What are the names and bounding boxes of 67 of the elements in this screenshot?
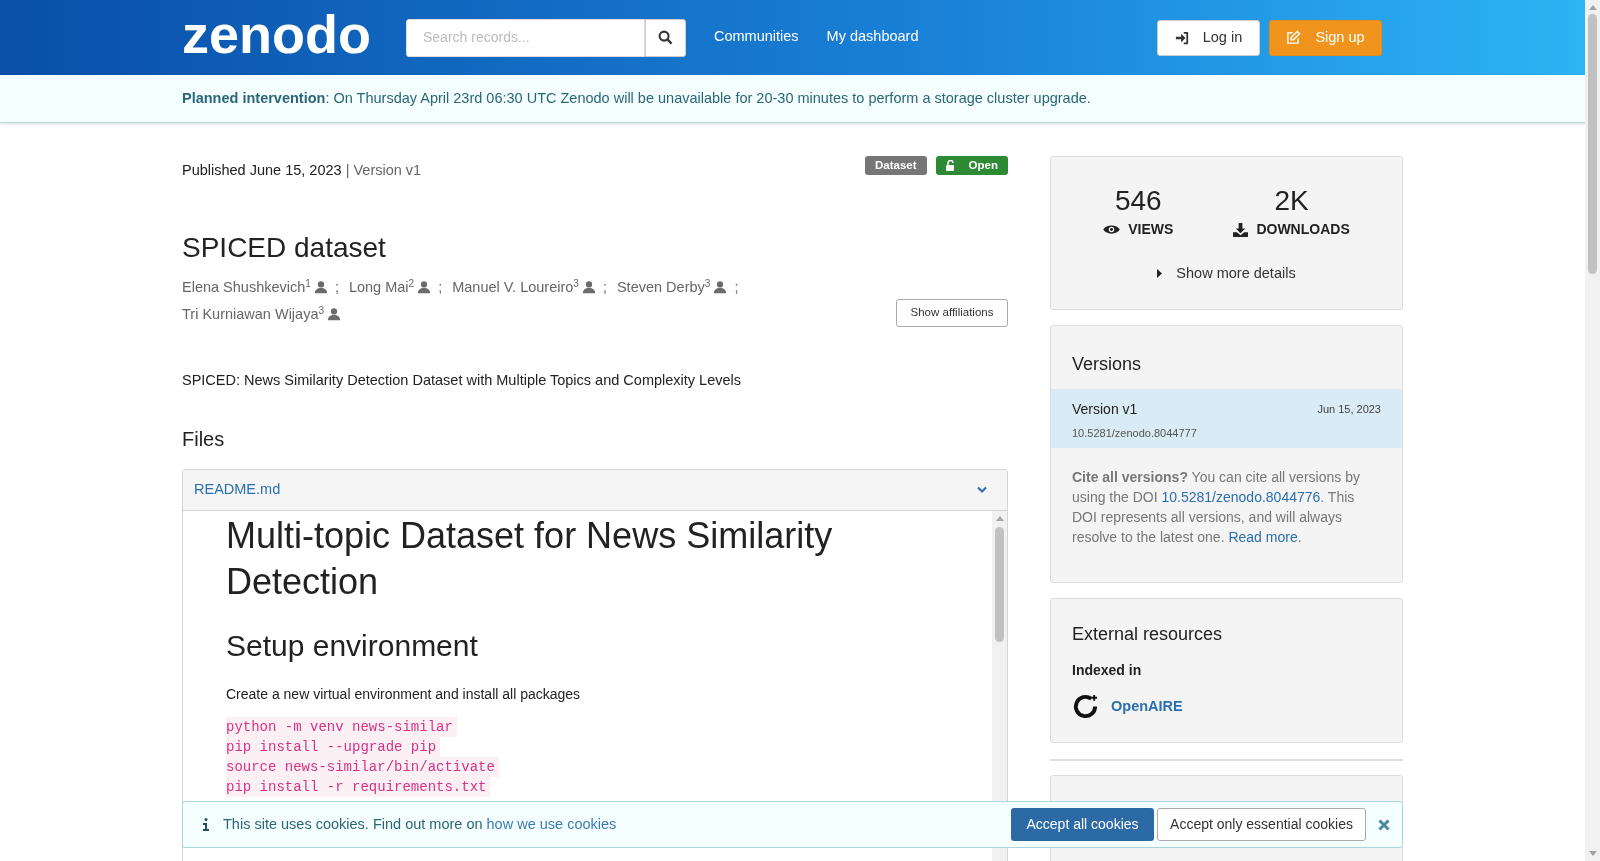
author-link[interactable]: Elena Shushkevich$^{1}$ — [182, 279, 311, 295]
version-name: Version v1 — [1072, 400, 1138, 419]
accept-all-button[interactable]: Accept all cookies — [1011, 808, 1154, 841]
cookie-policy-link[interactable]: how we use cookies — [486, 815, 617, 832]
notice-text: Planned intervention: On Thursday April 23rd 06:30 UTC Zenodo will be unavailable for 20-30 minutes to perform a storage cluster upgrade. — [182, 88, 1091, 108]
person-icon — [581, 280, 596, 294]
files-heading: Files — [182, 426, 226, 452]
read-more-link[interactable]: Read more — [1228, 529, 1298, 545]
search-icon — [658, 30, 673, 45]
caret-icon — [1157, 269, 1163, 279]
indexed-label: Indexed in — [1072, 661, 1143, 680]
person-icon — [327, 307, 341, 321]
file-link[interactable]: README.md — [194, 478, 281, 501]
author-link[interactable]: Steven Derby$^{3}$ — [616, 279, 711, 295]
publication-date: Published June 15, 2023 | Version v1 — [182, 161, 422, 180]
stat-label: VIEWS — [1128, 220, 1174, 239]
accept-essential-button[interactable]: Accept only essential cookies — [1157, 808, 1366, 841]
show-details-button[interactable]: Show more details — [1157, 263, 1296, 285]
cookie-text: This site uses cookies. Find out more on how we use cookies — [223, 814, 617, 834]
person-icon — [713, 280, 728, 294]
stat-value: 546 — [1114, 185, 1162, 217]
eye-icon — [1103, 224, 1121, 235]
openaire-logo-icon — [1072, 693, 1099, 720]
author-link[interactable]: Tri Kurniawan Wijaya$^{3}$ — [182, 306, 324, 322]
record-description: SPICED: News Similarity Detection Dataset with Multiple Topics and Complexity Levels — [182, 371, 742, 390]
type-badge: Dataset — [865, 156, 927, 175]
author-separator: ; — [438, 279, 443, 295]
scroll-down-icon[interactable] — [1588, 851, 1597, 856]
readme-subheading: Setup environment — [226, 627, 479, 664]
author-separator: ; — [334, 279, 339, 295]
record-title: SPICED dataset — [182, 231, 387, 265]
author-separator: ; — [602, 279, 607, 295]
stat-value: 2K — [1274, 185, 1309, 217]
file-header[interactable]: README.md — [183, 469, 1007, 511]
openaire-link[interactable]: OpenAIRE — [1111, 695, 1183, 718]
version-doi: 10.5281/zenodo.8044777 — [1072, 426, 1198, 441]
show-affiliations-button[interactable]: Show affiliations — [896, 299, 1008, 327]
version-item[interactable]: Version v1 Jun 15, 2023 10.5281/zenodo.8044777 — [1051, 389, 1402, 448]
nav-link[interactable]: My dashboard — [826, 25, 919, 48]
search-field[interactable]: Search records... — [406, 18, 645, 57]
person-icon — [313, 280, 328, 294]
scroll-up-icon[interactable] — [1588, 5, 1597, 10]
stat-label: DOWNLOADS — [1256, 220, 1350, 239]
scrollbar-thumb[interactable] — [995, 526, 1004, 642]
access-badge: Open — [935, 156, 1008, 175]
nav-link[interactable]: Communities — [714, 25, 799, 48]
download-icon — [1233, 222, 1249, 237]
edit-icon — [1286, 30, 1302, 45]
close-icon[interactable] — [1378, 818, 1390, 831]
zenodo-logo[interactable]: zenodo — [182, 3, 371, 64]
readme-text: Create a new virtual environment and install all packages — [226, 684, 582, 704]
versions-title: Versions — [1071, 353, 1143, 376]
author-separator: ; — [734, 279, 739, 295]
author-link[interactable]: Manuel V. Loureiro$^{3}$ — [452, 279, 579, 295]
login-icon — [1174, 30, 1189, 45]
cite-text: Cite all versions? You can cite all versions by using the DOI 10.5281/zenodo.8044776. This DOI represents all versions, and will always resolve to the latest one. Read more. — [1071, 468, 1361, 547]
author-link[interactable]: Long Mai$^{2}$ — [348, 279, 415, 295]
info-icon — [203, 818, 209, 831]
readme-heading: Multi-topic Dataset for News Similarity Detection — [226, 513, 834, 604]
scrollbar-thumb[interactable] — [1588, 14, 1597, 274]
version-date: Jun 15, 2023 — [1317, 402, 1381, 418]
person-icon — [417, 280, 432, 294]
external-title: External resources — [1072, 623, 1224, 646]
login-button[interactable]: Log in — [1157, 19, 1260, 56]
search-button[interactable] — [645, 18, 686, 57]
page-scrollbar[interactable] — [1585, 0, 1600, 861]
scroll-up-icon[interactable] — [995, 516, 1004, 522]
